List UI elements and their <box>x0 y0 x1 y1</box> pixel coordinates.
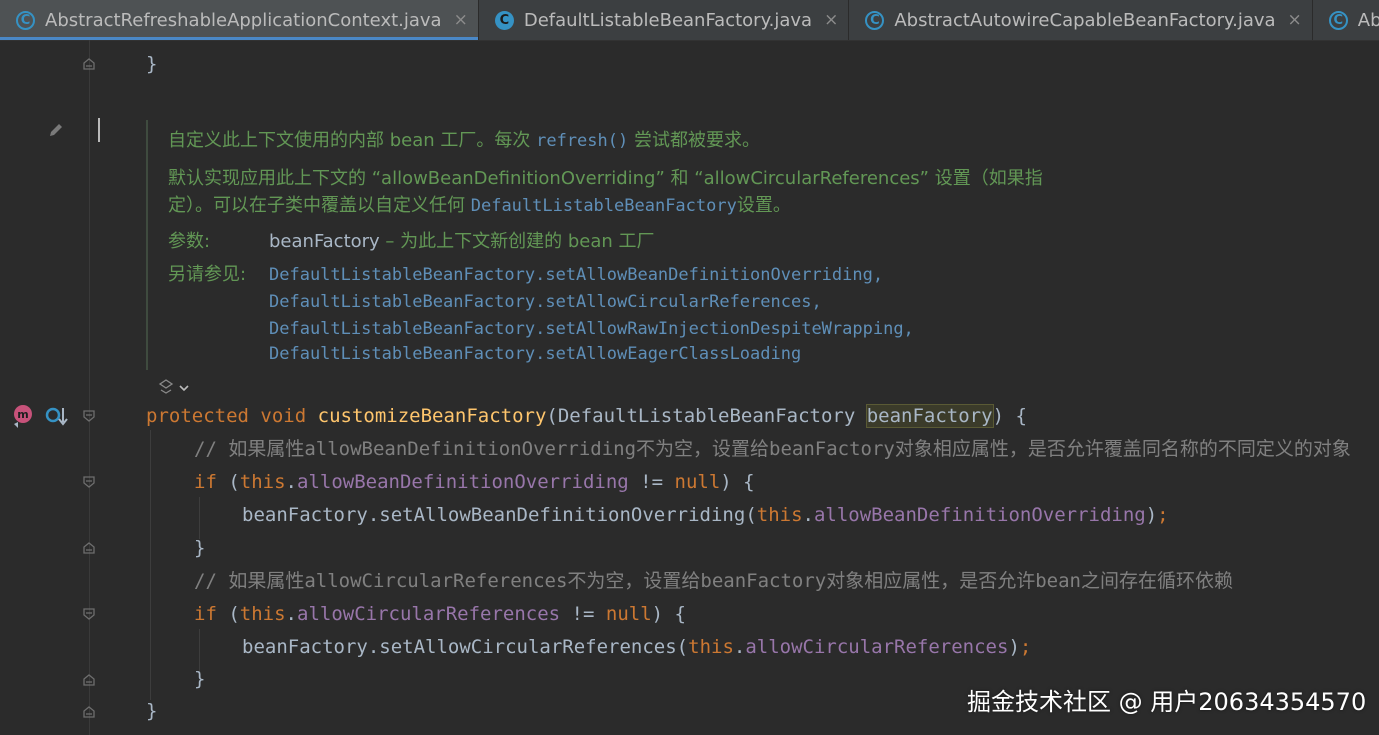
fold-icon[interactable] <box>82 705 96 719</box>
fold-icon[interactable] <box>82 409 96 423</box>
fold-icon[interactable] <box>82 57 96 71</box>
code-comment-2: // 如果属性allowCircularReferences不为空，设置给bea… <box>194 570 1233 592</box>
punct: . <box>285 471 297 493</box>
field-ref[interactable]: allowBeanDefinitionOverriding <box>297 471 629 493</box>
doc-param-name: beanFactory <box>269 231 380 252</box>
keyword: if <box>194 603 217 625</box>
tab-abstract-be[interactable]: C AbstractBe <box>1313 0 1379 40</box>
keyword: this <box>239 603 286 625</box>
indent-guide <box>199 629 200 671</box>
implementation-icon[interactable] <box>44 404 68 428</box>
code-closing-brace: } <box>194 668 206 690</box>
tab-abstract-autowire-capable-bean-factory[interactable]: C AbstractAutowireCapableBeanFactory.jav… <box>849 0 1313 40</box>
indent-guide <box>150 430 151 700</box>
call-statement-1: beanFactory.setAllowBeanDefinitionOverri… <box>242 503 1169 527</box>
doc-param: beanFactory – 为此上下文新创建的 bean 工厂 <box>269 230 655 254</box>
edit-pencil-icon[interactable] <box>47 121 65 139</box>
keyword: this <box>756 504 803 526</box>
punct: ; <box>1157 504 1169 526</box>
keyword: protected <box>146 405 249 427</box>
keyword: void <box>260 405 307 427</box>
keyword: this <box>688 636 734 658</box>
doc-param-desc: – 为此上下文新创建的 bean 工厂 <box>379 231 655 252</box>
class-icon: C <box>494 10 514 30</box>
gutter-separator <box>89 40 90 735</box>
doc-toggle-icon[interactable] <box>158 379 190 397</box>
keyword: null <box>674 471 721 493</box>
punct: ) { <box>651 603 686 625</box>
doc-see-also-link[interactable]: DefaultListableBeanFactory.setAllowRawIn… <box>269 317 914 341</box>
param-name-highlighted[interactable]: beanFactory <box>865 404 994 428</box>
punct: ) { <box>720 471 755 493</box>
field-ref[interactable]: allowCircularReferences <box>745 636 1008 658</box>
override-method-icon[interactable]: m <box>10 402 36 430</box>
punct: ( <box>216 471 240 493</box>
if-statement-2: if (this.allowCircularReferences != null… <box>194 602 686 626</box>
close-icon[interactable]: × <box>824 10 838 30</box>
punct: ) <box>1145 504 1158 526</box>
tab-abstract-refreshable-application-context[interactable]: C AbstractRefreshableApplicationContext.… <box>0 0 479 40</box>
watermark-text: 掘金技术社区 @ 用户20634354570 <box>967 688 1367 716</box>
indent-guide <box>199 497 200 539</box>
abstract-class-icon: C <box>865 10 885 30</box>
fold-icon[interactable] <box>82 673 96 687</box>
doc-params-label: 参数: <box>168 231 211 252</box>
keyword: null <box>605 603 652 625</box>
field-ref[interactable]: allowCircularReferences <box>297 603 560 625</box>
editor-tab-bar: C AbstractRefreshableApplicationContext.… <box>0 0 1379 41</box>
abstract-class-icon: C <box>1328 10 1348 30</box>
punct: ( <box>546 405 558 427</box>
doc-line-1: 自定义此上下文使用的内部 bean 工厂。每次 refresh() 尝试都被要求… <box>168 129 760 153</box>
doc-line-2: 默认实现应用此上下文的 “allowBeanDefinitionOverridi… <box>168 168 1043 189</box>
close-icon[interactable]: × <box>454 10 468 30</box>
field-ref[interactable]: allowBeanDefinitionOverriding <box>814 504 1146 526</box>
method-call[interactable]: beanFactory.setAllowCircularReferences( <box>242 636 688 658</box>
doc-see-also-label: 另请参见: <box>168 264 247 285</box>
doc-line-3: 定）。可以在子类中覆盖以自定义任何 DefaultListableBeanFac… <box>168 194 791 218</box>
method-call[interactable]: beanFactory.setAllowBeanDefinitionOverri… <box>242 504 757 526</box>
tab-label: AbstractAutowireCapableBeanFactory.java <box>894 9 1276 31</box>
close-icon[interactable]: × <box>1288 10 1302 30</box>
doc-see-also-link[interactable]: DefaultListableBeanFactory.setAllowBeanD… <box>269 263 883 287</box>
punct: ) { <box>992 405 1027 427</box>
tab-label: AbstractRefreshableApplicationContext.ja… <box>45 9 442 31</box>
tab-default-listable-bean-factory[interactable]: C DefaultListableBeanFactory.java × <box>479 0 850 40</box>
punct: ; <box>1019 636 1032 658</box>
doc-see-also-link[interactable]: DefaultListableBeanFactory.setAllowEager… <box>269 342 801 366</box>
doc-code-refresh[interactable]: refresh() <box>536 131 628 151</box>
punct: . <box>733 636 746 658</box>
code-closing-brace: } <box>146 53 158 75</box>
doc-text: 定）。可以在子类中覆盖以自定义任何 <box>168 195 471 216</box>
call-statement-2: beanFactory.setAllowCircularReferences(t… <box>242 635 1031 659</box>
keyword: this <box>239 471 286 493</box>
method-name[interactable]: customizeBeanFactory <box>318 405 547 427</box>
fold-icon[interactable] <box>82 607 96 621</box>
text-caret <box>98 118 100 142</box>
punct: . <box>802 504 814 526</box>
code-closing-brace: } <box>146 700 158 722</box>
code-closing-brace: } <box>194 537 206 559</box>
operator: != <box>560 603 606 625</box>
operator: != <box>628 471 675 493</box>
svg-text:m: m <box>17 408 28 421</box>
doc-text: 自定义此上下文使用的内部 bean 工厂。每次 <box>168 130 537 151</box>
punct: ) <box>1008 636 1020 658</box>
keyword: if <box>194 471 217 493</box>
abstract-class-icon: C <box>16 10 35 30</box>
punct: . <box>285 603 297 625</box>
punct: ( <box>216 603 240 625</box>
fold-icon[interactable] <box>82 475 96 489</box>
doc-text: 尝试都被要求。 <box>628 130 760 151</box>
doc-code-link[interactable]: DefaultListableBeanFactory <box>471 196 737 216</box>
code-comment-1: // 如果属性allowBeanDefinitionOverriding不为空，… <box>194 438 1351 460</box>
doc-see-also-link[interactable]: DefaultListableBeanFactory.setAllowCircu… <box>269 290 822 314</box>
doc-text: 设置。 <box>736 195 791 216</box>
tab-label: DefaultListableBeanFactory.java <box>523 9 813 31</box>
doc-block-marker <box>146 120 148 370</box>
if-statement-1: if (this.allowBeanDefinitionOverriding !… <box>194 470 755 494</box>
fold-icon[interactable] <box>82 541 96 555</box>
tab-label: AbstractBe <box>1357 9 1379 31</box>
param-type[interactable]: DefaultListableBeanFactory <box>558 405 855 427</box>
method-signature: protected void customizeBeanFactory(Defa… <box>146 404 1027 428</box>
